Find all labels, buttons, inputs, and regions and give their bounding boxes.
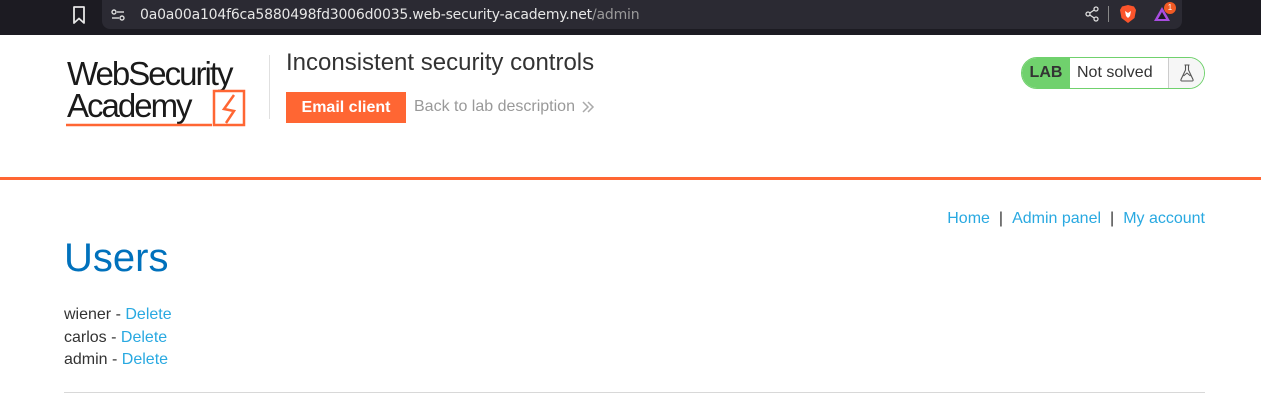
user-dash: - bbox=[111, 306, 126, 323]
user-name: wiener bbox=[64, 306, 112, 323]
browser-toolbar: 0a0a00a104f6ca5880498fd3006d0035.web-sec… bbox=[0, 0, 1261, 35]
svg-text:Academy: Academy bbox=[67, 87, 193, 124]
lab-label: LAB bbox=[1022, 58, 1070, 88]
rewards-count-badge: 1 bbox=[1164, 2, 1176, 14]
list-item: wiener - Delete bbox=[64, 304, 172, 327]
delete-user-link[interactable]: Delete bbox=[125, 306, 171, 323]
lab-status-widget: LAB Not solved bbox=[1021, 57, 1205, 89]
lab-status-text: Not solved bbox=[1070, 58, 1169, 88]
top-navigation: Home | Admin panel | My account bbox=[947, 210, 1205, 228]
double-chevron-right-icon bbox=[582, 101, 595, 113]
nav-separator: | bbox=[998, 210, 1004, 227]
header-accent-rule bbox=[0, 177, 1261, 180]
list-item: carlos - Delete bbox=[64, 327, 172, 350]
url-host: 0a0a00a104f6ca5880498fd3006d0035.web-sec… bbox=[140, 7, 592, 23]
url-text[interactable]: 0a0a00a104f6ca5880498fd3006d0035.web-sec… bbox=[140, 7, 640, 23]
back-link-label: Back to lab description bbox=[414, 98, 575, 115]
flask-icon bbox=[1179, 64, 1194, 82]
user-dash: - bbox=[106, 328, 121, 346]
web-security-academy-logo[interactable]: WebSecurity Academy bbox=[64, 55, 269, 130]
nav-home-link[interactable]: Home bbox=[947, 210, 990, 227]
share-icon[interactable] bbox=[1084, 6, 1100, 22]
email-client-button[interactable]: Email client bbox=[286, 92, 406, 123]
lab-title: Inconsistent security controls bbox=[286, 49, 595, 76]
content-divider bbox=[64, 392, 1205, 393]
nav-separator: | bbox=[1110, 210, 1115, 227]
list-item: admin - Delete bbox=[64, 349, 172, 372]
user-dash: - bbox=[107, 351, 122, 368]
site-info-icon[interactable] bbox=[110, 7, 126, 23]
user-name: carlos bbox=[64, 328, 107, 346]
back-to-lab-description-link[interactable]: Back to lab description bbox=[414, 98, 595, 116]
user-name: admin bbox=[64, 351, 108, 368]
header-divider bbox=[269, 55, 270, 119]
nav-admin-panel-link[interactable]: Admin panel bbox=[1012, 210, 1101, 227]
bookmark-icon[interactable] bbox=[72, 6, 86, 24]
url-path: /admin bbox=[591, 7, 640, 23]
delete-user-link[interactable]: Delete bbox=[122, 351, 168, 368]
toolbar-divider bbox=[1108, 6, 1109, 22]
nav-my-account-link[interactable]: My account bbox=[1123, 210, 1205, 227]
delete-user-link[interactable]: Delete bbox=[121, 329, 167, 346]
flask-icon-container bbox=[1169, 58, 1204, 88]
user-list: wiener - Delete carlos - Delete admin - … bbox=[64, 304, 172, 372]
brave-shield-icon[interactable] bbox=[1119, 4, 1137, 24]
page-title: Users bbox=[64, 236, 169, 280]
